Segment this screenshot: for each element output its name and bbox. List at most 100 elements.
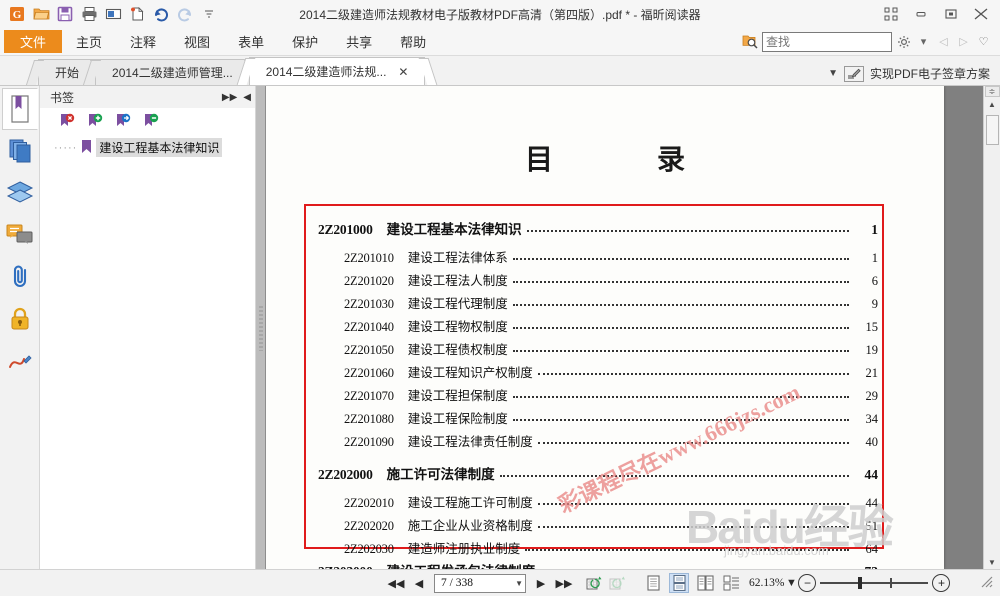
panel-collapse-icon[interactable]: ◀ bbox=[243, 92, 251, 103]
continuous-scroll-view-button[interactable] bbox=[669, 573, 689, 593]
zoom-dropdown-caret-icon[interactable]: ▼ bbox=[784, 573, 798, 593]
menu-item-help[interactable]: 帮助 bbox=[386, 28, 440, 55]
sidebar-item-layers[interactable] bbox=[2, 172, 38, 214]
foxit-logo-icon[interactable]: G bbox=[6, 3, 28, 25]
menu-item-share[interactable]: 共享 bbox=[332, 28, 386, 55]
panel-expand-icon[interactable]: ▶▶ bbox=[222, 92, 237, 103]
toc-row[interactable]: 2Z201040 建设工程物权制度 15 bbox=[318, 316, 878, 335]
scrollbar-track[interactable] bbox=[984, 111, 1000, 555]
minimize-icon[interactable] bbox=[906, 1, 936, 27]
bookmark-item-label[interactable]: 建设工程基本法律知识 bbox=[96, 138, 223, 157]
toc-row[interactable]: 2Z202010 建设工程施工许可制度 44 bbox=[318, 492, 878, 511]
first-page-button[interactable]: ◀◀ bbox=[386, 573, 406, 593]
toc-row[interactable]: 2Z201010 建设工程法律体系 1 bbox=[318, 247, 878, 266]
page-number-field[interactable]: 7 / 338 ▼ bbox=[434, 573, 526, 593]
toc-name: 建造师注册执业制度 bbox=[407, 542, 521, 556]
promo-caret-icon[interactable]: ▼ bbox=[828, 68, 838, 79]
close-icon[interactable] bbox=[966, 1, 996, 27]
vertical-scrollbar[interactable]: ≑ ▲ ▼ bbox=[983, 86, 1000, 569]
tab-document-law[interactable]: 2014二级建造师法规... ✕ bbox=[236, 57, 438, 85]
menu-item-comment[interactable]: 注释 bbox=[116, 28, 170, 55]
find-previous-icon[interactable]: ◁ bbox=[935, 33, 952, 51]
menu-item-home[interactable]: 主页 bbox=[62, 28, 116, 55]
zoom-out-button[interactable]: − bbox=[798, 574, 817, 592]
email-icon[interactable] bbox=[102, 3, 124, 25]
open-icon[interactable] bbox=[30, 3, 52, 25]
find-folder-icon[interactable] bbox=[741, 33, 759, 51]
scroll-down-arrow-icon[interactable]: ▼ bbox=[984, 555, 1000, 569]
sidebar-item-signatures[interactable] bbox=[2, 340, 38, 382]
menu-item-file[interactable]: 文件 bbox=[4, 30, 63, 53]
pdf-page: 目 录 2Z201000 建设工程基本法律知识 1 2Z201010 建设工程法… bbox=[266, 86, 944, 569]
restore-ribbon-icon[interactable] bbox=[876, 1, 906, 27]
search-box[interactable] bbox=[762, 31, 921, 52]
facing-view-button[interactable] bbox=[695, 573, 715, 593]
toc-row[interactable]: 2Z201070 建设工程担保制度 29 bbox=[318, 385, 878, 404]
zoom-slider-track[interactable] bbox=[820, 577, 929, 589]
add-bookmark-icon[interactable] bbox=[86, 113, 104, 131]
tab-close-icon[interactable]: ✕ bbox=[398, 65, 408, 79]
tab-document-law-label: 2014二级建造师法规... bbox=[265, 65, 387, 79]
search-options-caret-icon[interactable]: ▾ bbox=[915, 33, 932, 51]
favorite-heart-icon[interactable]: ♡ bbox=[975, 33, 992, 51]
maximize-icon[interactable] bbox=[936, 1, 966, 27]
zoom-slider-thumb[interactable] bbox=[858, 577, 863, 589]
search-settings-gear-icon[interactable] bbox=[895, 33, 912, 51]
print-icon[interactable] bbox=[78, 3, 100, 25]
collapse-bookmark-icon[interactable] bbox=[142, 113, 160, 131]
menu-item-protect[interactable]: 保护 bbox=[278, 28, 332, 55]
toc-name: 建设工程法人制度 bbox=[407, 274, 508, 288]
toc-row[interactable]: 2Z201000 建设工程基本法律知识 1 bbox=[318, 218, 878, 238]
undo-icon[interactable] bbox=[150, 3, 172, 25]
previous-page-button[interactable]: ◀ bbox=[409, 573, 429, 593]
single-page-view-button[interactable] bbox=[643, 573, 663, 593]
toc-row-below-annotation[interactable]: 2Z203000 建设工程发承包法律制度 73 bbox=[318, 556, 878, 569]
toc-name: 建设工程法律体系 bbox=[407, 251, 508, 265]
zoom-in-button[interactable]: + bbox=[932, 574, 951, 592]
toc-row[interactable]: 2Z201020 建设工程法人制度 6 bbox=[318, 270, 878, 289]
toc-row[interactable]: 2Z201030 建设工程代理制度 9 bbox=[318, 293, 878, 312]
rotate-clockwise-icon[interactable] bbox=[584, 573, 604, 593]
split-view-button[interactable] bbox=[721, 573, 741, 593]
sidebar-item-bookmarks[interactable] bbox=[1, 88, 38, 130]
save-icon[interactable] bbox=[54, 3, 76, 25]
menu-item-view[interactable]: 视图 bbox=[170, 28, 224, 55]
bookmark-item[interactable]: ····· 建设工程基本法律知识 bbox=[54, 138, 255, 157]
toc-row[interactable]: 2Z201050 建设工程债权制度 19 bbox=[318, 339, 878, 358]
toc-row[interactable]: 2Z201090 建设工程法律责任制度 40 bbox=[318, 431, 878, 450]
toc-row[interactable]: 2Z202020 施工企业从业资格制度 51 bbox=[318, 515, 878, 534]
sidebar-item-attachments[interactable] bbox=[2, 256, 38, 298]
customize-toolbar-icon[interactable] bbox=[198, 3, 220, 25]
next-page-button[interactable]: ▶ bbox=[531, 573, 551, 593]
sidebar-item-security[interactable] bbox=[2, 298, 38, 340]
page-dropdown-caret-icon[interactable]: ▼ bbox=[515, 579, 523, 588]
page-number-value[interactable]: 7 / 338 bbox=[437, 577, 515, 589]
create-pdf-icon[interactable] bbox=[126, 3, 148, 25]
toc-row[interactable]: 2Z201080 建设工程保险制度 34 bbox=[318, 408, 878, 427]
last-page-button[interactable]: ▶▶ bbox=[554, 573, 574, 593]
panel-rail bbox=[0, 86, 40, 569]
menu-item-form[interactable]: 表单 bbox=[224, 28, 278, 55]
toc-name: 建设工程保险制度 bbox=[407, 412, 508, 426]
toc-row[interactable]: 2Z202000 施工许可法律制度 44 bbox=[318, 463, 878, 483]
delete-bookmark-icon[interactable] bbox=[58, 113, 76, 131]
find-next-icon[interactable]: ▷ bbox=[955, 33, 972, 51]
sidebar-item-comments[interactable] bbox=[2, 214, 38, 256]
split-view-handle-icon[interactable]: ≑ bbox=[984, 86, 1000, 97]
document-viewport[interactable]: 目 录 2Z201000 建设工程基本法律知识 1 2Z201010 建设工程法… bbox=[266, 86, 983, 569]
zoom-level-label[interactable]: 62.13% bbox=[749, 577, 784, 589]
tab-document-management[interactable]: 2014二级建造师管理... bbox=[82, 59, 262, 85]
sidebar-item-pages[interactable] bbox=[2, 130, 38, 172]
toc-code: 2Z202030 bbox=[344, 542, 394, 556]
scrollbar-thumb[interactable] bbox=[985, 115, 999, 145]
toc-page: 64 bbox=[865, 542, 879, 556]
toc-row[interactable]: 2Z201060 建设工程知识产权制度 21 bbox=[318, 362, 878, 381]
zoom-slider[interactable] bbox=[820, 577, 929, 589]
panel-splitter[interactable] bbox=[256, 86, 266, 569]
toc-row[interactable]: 2Z202030 建造师注册执业制度 64 bbox=[318, 538, 878, 557]
promo-label[interactable]: 实现PDF电子签章方案 bbox=[870, 65, 990, 82]
rotate-counterclockwise-icon[interactable] bbox=[607, 573, 627, 593]
scroll-up-arrow-icon[interactable]: ▲ bbox=[984, 97, 1000, 111]
goto-bookmark-icon[interactable] bbox=[114, 113, 132, 131]
window-resize-grip-icon[interactable] bbox=[980, 575, 996, 591]
